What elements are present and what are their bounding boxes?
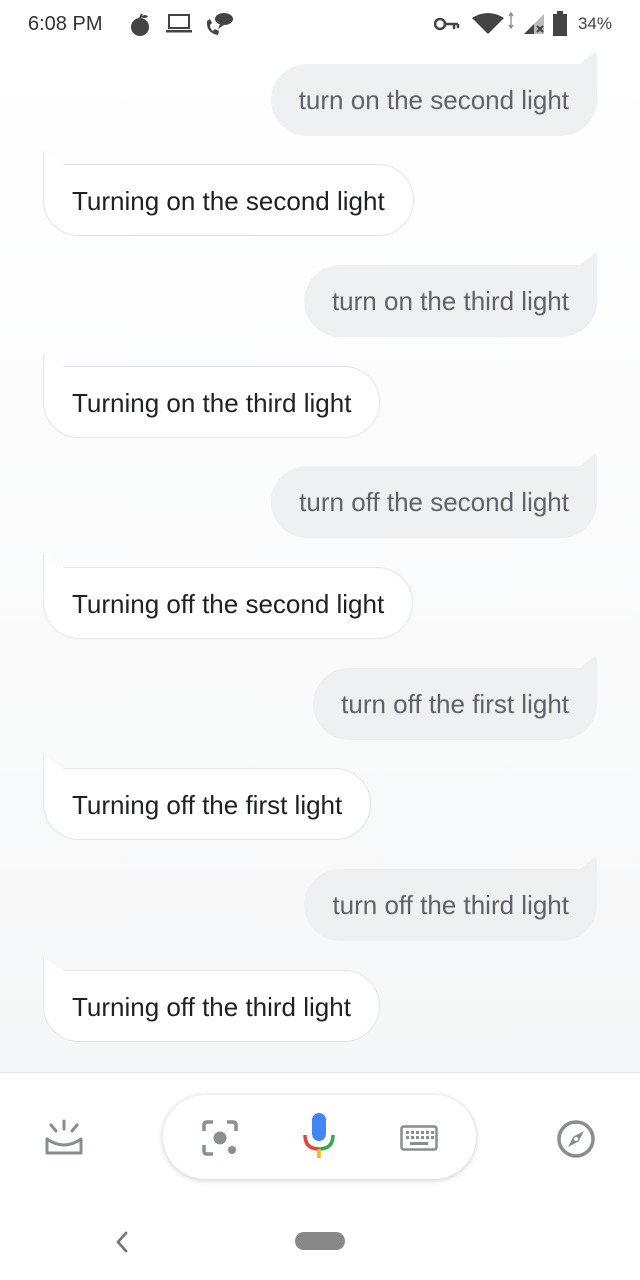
signal-icon bbox=[524, 14, 544, 34]
conversation-area[interactable]: turn on the second light Turning on the … bbox=[0, 50, 640, 1072]
vpn-key-icon bbox=[434, 17, 460, 31]
assistant-message: Turning off the third light bbox=[43, 970, 380, 1042]
microphone-icon[interactable] bbox=[301, 1111, 337, 1165]
user-message: turn off the second light bbox=[271, 466, 597, 538]
back-icon[interactable] bbox=[114, 1230, 130, 1254]
home-pill[interactable] bbox=[295, 1232, 345, 1250]
user-message: turn on the third light bbox=[303, 265, 597, 337]
snapshot-icon[interactable] bbox=[44, 1119, 84, 1159]
lens-icon[interactable] bbox=[201, 1119, 239, 1157]
assistant-input-bar bbox=[0, 1072, 640, 1207]
phone-message-icon bbox=[206, 13, 233, 35]
assistant-message: Turning on the third light bbox=[43, 366, 381, 438]
system-navigation-bar bbox=[0, 1206, 640, 1280]
user-message: turn off the first light bbox=[313, 668, 597, 740]
fruit-icon bbox=[131, 13, 149, 36]
battery-icon bbox=[553, 11, 567, 36]
battery-percentage: 34% bbox=[577, 14, 612, 33]
status-time: 6:08 PM bbox=[28, 13, 103, 35]
status-bar: 6:08 PM 34% bbox=[0, 0, 640, 50]
user-message: turn on the second light bbox=[270, 64, 597, 136]
input-pill bbox=[163, 1095, 476, 1179]
user-message: turn off the third light bbox=[304, 869, 597, 941]
assistant-message: Turning off the first light bbox=[43, 768, 372, 840]
assistant-message: Turning on the second light bbox=[43, 164, 414, 236]
wifi-icon bbox=[472, 12, 514, 34]
laptop-icon bbox=[166, 14, 192, 33]
keyboard-icon[interactable] bbox=[400, 1125, 438, 1151]
explore-compass-icon[interactable] bbox=[556, 1119, 596, 1159]
assistant-message: Turning off the second light bbox=[43, 567, 414, 639]
